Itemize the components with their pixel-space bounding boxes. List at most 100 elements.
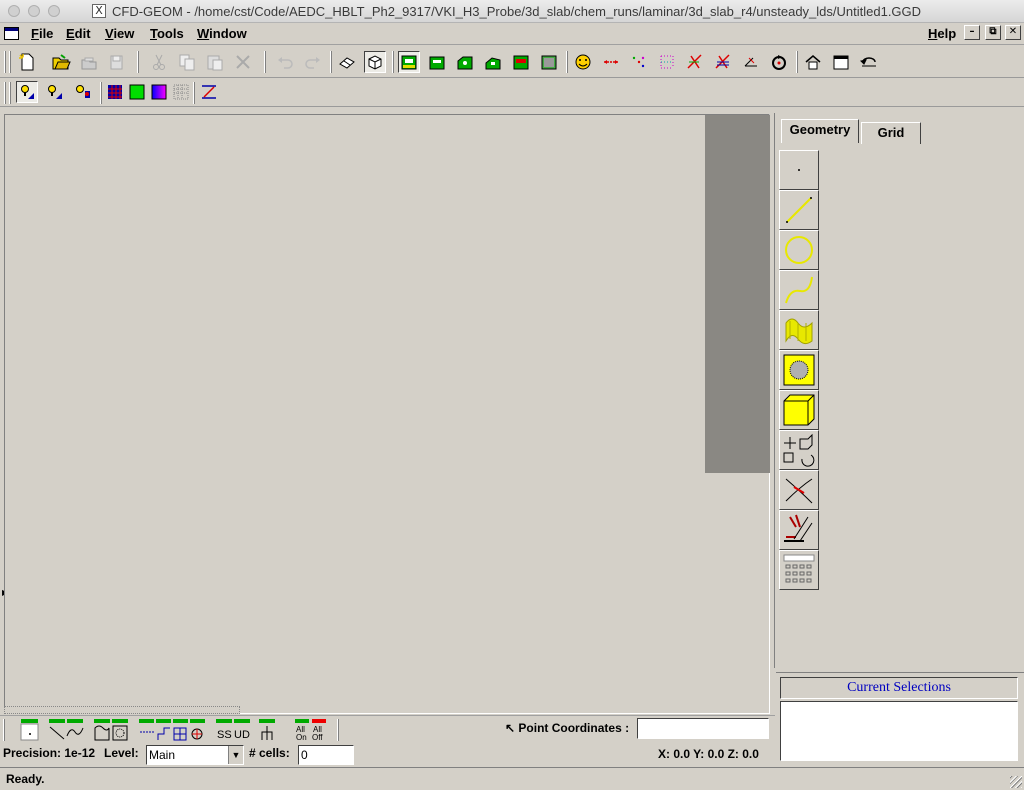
circle-tool-icon[interactable] <box>779 230 819 270</box>
redo-icon[interactable] <box>302 51 324 73</box>
toolbar-grip[interactable] <box>4 51 6 73</box>
angle-icon[interactable] <box>740 51 762 73</box>
points-icon[interactable] <box>628 51 650 73</box>
pointer-icon: ↖ <box>505 721 516 735</box>
all-on-button[interactable]: All On <box>294 718 310 742</box>
window-title: CFD-GEOM - /home/cst/Code/AEDC_HBLT_Ph2_… <box>112 4 922 19</box>
green-fill-icon[interactable] <box>126 81 148 103</box>
toolbar-grip[interactable] <box>4 82 6 104</box>
toolbar-grip[interactable] <box>9 51 11 73</box>
home-view-icon[interactable] <box>802 51 824 73</box>
new-file-icon[interactable] <box>16 51 38 73</box>
restore-button[interactable]: ⧉ <box>985 25 1001 40</box>
smiley-tool-icon[interactable] <box>572 51 594 73</box>
block-view-2-icon[interactable] <box>426 51 448 73</box>
level-value: Main <box>149 748 176 762</box>
point-coordinates-label: ↖ Point Coordinates : <box>505 721 630 735</box>
rotate-icon[interactable] <box>768 51 790 73</box>
toolbar-separator <box>137 51 139 73</box>
toolbar-separator <box>330 51 332 73</box>
undo-icon[interactable] <box>274 51 296 73</box>
point-coordinates-input[interactable] <box>637 718 769 739</box>
current-selections-title: Current Selections <box>780 677 1018 699</box>
split-icon[interactable] <box>684 51 706 73</box>
cells-label: # cells: <box>249 746 290 760</box>
block-view-4-icon[interactable] <box>482 51 504 73</box>
copy-icon[interactable] <box>176 51 198 73</box>
paste-icon[interactable] <box>204 51 226 73</box>
shaded-view-icon[interactable] <box>336 51 358 73</box>
level-select[interactable]: Main ▼ <box>146 745 244 765</box>
open-folder-icon[interactable] <box>50 51 72 73</box>
transform-tool-icon[interactable] <box>779 430 819 470</box>
delete-icon[interactable] <box>232 51 254 73</box>
toolbar-grip[interactable] <box>3 719 5 741</box>
minimize-traffic-light[interactable] <box>28 5 40 17</box>
split-multi-icon[interactable] <box>712 51 734 73</box>
menu-edit[interactable]: Edit <box>66 26 91 41</box>
toolbar-grip[interactable] <box>9 82 11 104</box>
close-button[interactable]: ✕ <box>1005 25 1021 40</box>
surface-filter-icon[interactable] <box>93 718 129 742</box>
trim-tool-icon[interactable] <box>779 510 819 550</box>
svg-text:Off: Off <box>312 733 323 742</box>
calculator-tool-icon[interactable] <box>779 550 819 590</box>
face-tool-icon[interactable] <box>779 350 819 390</box>
ss-label: SS <box>217 729 232 741</box>
light-3-icon[interactable] <box>72 81 94 103</box>
mesh-color-icon[interactable] <box>104 81 126 103</box>
intersect-tool-icon[interactable] <box>779 470 819 510</box>
grid-filter-icon[interactable] <box>138 718 206 742</box>
point-filter-icon[interactable] <box>20 718 40 742</box>
block-view-3-icon[interactable] <box>454 51 476 73</box>
block-view-1-icon[interactable] <box>398 51 420 73</box>
blue-gradient-icon[interactable] <box>148 81 170 103</box>
resize-grip[interactable] <box>1010 776 1022 788</box>
level-label: Level: <box>104 746 139 760</box>
all-off-button[interactable]: All Off <box>311 718 327 742</box>
maximize-view-icon[interactable] <box>830 51 852 73</box>
redraw-icon[interactable] <box>858 51 880 73</box>
viewport-overlay-panel <box>705 115 770 473</box>
app-menu-icon[interactable] <box>4 27 19 40</box>
light-1-icon[interactable] <box>16 81 38 103</box>
dimension-icon[interactable] <box>600 51 622 73</box>
geometry-tool-column <box>779 150 819 590</box>
line-tool-icon[interactable] <box>779 190 819 230</box>
horizontal-scrollbar[interactable] <box>4 706 240 714</box>
zoom-traffic-light[interactable] <box>48 5 60 17</box>
wireframe-view-icon[interactable] <box>364 51 386 73</box>
current-selections-list[interactable] <box>780 701 1018 761</box>
save-as-icon[interactable] <box>106 51 128 73</box>
graphics-viewport[interactable] <box>4 114 770 714</box>
ss-ud-filter[interactable]: SS UD <box>215 718 251 742</box>
grid-points-icon[interactable] <box>656 51 678 73</box>
current-selections-panel: Current Selections <box>776 672 1024 767</box>
block-tool-icon[interactable] <box>779 390 819 430</box>
curve-tool-icon[interactable] <box>779 270 819 310</box>
axis-icon[interactable] <box>198 81 220 103</box>
point-tool-icon[interactable] <box>779 150 819 190</box>
menu-view[interactable]: View <box>105 26 134 41</box>
surface-tool-icon[interactable] <box>779 310 819 350</box>
ud-label: UD <box>234 729 250 741</box>
precision-label: Precision: 1e-12 <box>3 746 96 760</box>
light-2-icon[interactable] <box>44 81 66 103</box>
branch-filter-icon[interactable] <box>258 718 278 742</box>
line-filter-icon[interactable] <box>48 718 84 742</box>
cells-input[interactable]: 0 <box>298 745 354 765</box>
menu-file[interactable]: File <box>31 26 53 41</box>
block-view-6-icon[interactable] <box>538 51 560 73</box>
menu-help[interactable]: Help <box>928 26 956 41</box>
tab-grid[interactable]: Grid <box>861 122 921 144</box>
close-traffic-light[interactable] <box>8 5 20 17</box>
save-icon[interactable] <box>78 51 100 73</box>
cut-icon[interactable] <box>148 51 170 73</box>
menu-window[interactable]: Window <box>197 26 247 41</box>
tab-geometry[interactable]: Geometry <box>781 119 859 143</box>
chevron-down-icon[interactable]: ▼ <box>228 746 243 764</box>
menu-tools[interactable]: Tools <box>150 26 184 41</box>
block-view-5-icon[interactable] <box>510 51 532 73</box>
minimize-button[interactable]: – <box>964 25 980 40</box>
dotted-grid-icon[interactable] <box>170 81 192 103</box>
